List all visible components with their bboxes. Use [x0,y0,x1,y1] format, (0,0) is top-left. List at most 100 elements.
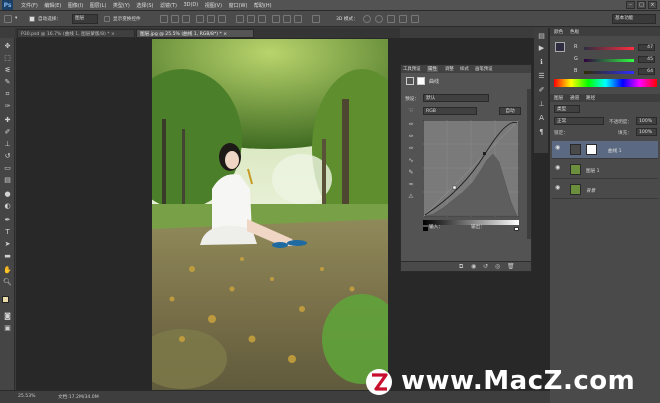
edit-points-icon[interactable]: ∿ [407,157,415,165]
red-value[interactable]: 47 [638,44,655,51]
distribute-right-icon[interactable] [294,15,302,23]
3d-slide-icon[interactable] [399,15,407,23]
auto-select-dropdown[interactable]: 图层 [72,14,98,24]
healing-brush-tool-icon[interactable]: ✚ [3,116,12,125]
tab-close-icon[interactable]: × [111,32,115,37]
info-panel-icon[interactable]: ℹ [537,58,546,67]
crop-tool-icon[interactable]: ⌗ [3,90,12,99]
menu-filter[interactable]: 滤镜(T) [160,2,177,9]
hand-tool-icon[interactable]: ✋ [3,266,12,275]
eye-icon[interactable]: ◉ [555,184,560,191]
auto-align-icon[interactable] [312,15,320,23]
eye-icon[interactable]: ◉ [555,144,560,151]
marquee-tool-icon[interactable]: ⬚ [3,54,12,63]
white-point-eyedropper-icon[interactable]: ✑ [407,145,415,153]
history-brush-tool-icon[interactable]: ↺ [3,152,12,161]
target-adjust-icon[interactable]: ☜ [407,107,415,115]
actions-panel-icon[interactable]: ▶ [537,44,546,53]
blue-slider[interactable] [584,71,634,74]
tab-layers[interactable]: 图层 [554,95,563,101]
menu-3d[interactable]: 3D(D) [183,2,198,9]
align-left-icon[interactable] [196,15,204,23]
panel-scrollbar[interactable] [527,89,531,239]
tab-brush-presets[interactable]: 画笔预设 [475,66,493,72]
tab-close-icon[interactable]: × [223,32,227,37]
menu-window[interactable]: 窗口(W) [229,2,248,9]
zoom-tool-icon[interactable]: 🔍︎ [3,278,12,287]
visibility-icon[interactable]: ◎ [495,263,500,270]
eraser-tool-icon[interactable]: ▭ [3,164,12,173]
foreground-background-colors[interactable] [2,296,13,307]
menu-help[interactable]: 帮助(H) [254,2,272,9]
clip-to-layer-icon[interactable]: ⧉ [459,263,463,271]
3d-scale-icon[interactable] [411,15,419,23]
channel-dropdown[interactable]: RGB [423,107,477,115]
color-fg-swatch[interactable] [555,42,565,52]
move-tool-icon[interactable] [4,15,12,23]
maximize-button[interactable]: □ [637,1,646,9]
tab-channels[interactable]: 通道 [570,95,579,101]
blend-mode-dropdown[interactable]: 正常 [554,117,604,125]
layer-row-background[interactable]: ◉ 背景 [552,181,658,199]
dropdown-arrow-icon[interactable]: ▾ [15,16,17,21]
align-vcenter-icon[interactable] [171,15,179,23]
align-bottom-icon[interactable] [182,15,190,23]
paragraph-panel-icon[interactable]: ¶ [537,128,546,137]
view-previous-icon[interactable]: ◉ [471,263,476,270]
3d-rotate-icon[interactable] [363,15,371,23]
minimize-button[interactable]: – [626,1,635,9]
tab-styles[interactable]: 样式 [460,66,469,72]
zoom-level[interactable]: 25.53% [18,394,36,399]
distribute-top-icon[interactable] [236,15,244,23]
layer-row-layer1[interactable]: ◉ 图层 1 [552,161,658,179]
distribute-hcenter-icon[interactable] [283,15,291,23]
workspace-dropdown[interactable]: 基本功能 [612,14,656,24]
tab-color[interactable]: 颜色 [554,29,563,35]
eyedropper-tool-icon[interactable]: ✑ [3,102,12,111]
blue-value[interactable]: 64 [638,68,655,75]
tab-paths[interactable]: 路径 [586,95,595,101]
tab-properties[interactable]: 属性 [427,66,438,72]
clone-stamp-tool-icon[interactable]: ⊥ [3,140,12,149]
black-point-eyedropper-icon[interactable]: ✑ [407,121,415,129]
history-panel-icon[interactable]: ▤ [537,32,546,41]
menu-image[interactable]: 图像(I) [68,2,83,9]
layer-row-curves[interactable]: ◉ 曲线 1 [552,141,658,159]
distribute-bottom-icon[interactable] [258,15,266,23]
show-transform-checkbox[interactable] [104,16,110,22]
tab-swatches[interactable]: 色板 [570,29,579,35]
layer-filter-dropdown[interactable]: 类型 [554,105,580,113]
gray-point-eyedropper-icon[interactable]: ✑ [407,133,415,141]
brush-tool-icon[interactable]: ✐ [3,128,12,137]
clipping-warning-icon[interactable]: ⚠ [407,193,415,201]
tab-image-jpg[interactable]: 图层.jpg @ 25.5% (曲线 1, RGB/8*) * × [136,29,254,38]
reset-icon[interactable]: ↺ [483,263,488,270]
dodge-tool-icon[interactable]: ◐ [3,202,12,211]
type-tool-icon[interactable]: T [3,228,12,237]
preset-dropdown[interactable]: 默认 [423,94,489,102]
opacity-input[interactable]: 100% [636,117,657,125]
shape-tool-icon[interactable]: ▬ [3,252,12,261]
white-input-slider[interactable] [514,227,519,231]
menu-view[interactable]: 视图(V) [205,2,222,9]
curves-graph[interactable] [423,120,519,217]
black-input-slider[interactable] [423,227,428,231]
blur-tool-icon[interactable]: ● [3,190,12,199]
menu-layer[interactable]: 图层(L) [90,2,107,9]
close-button[interactable]: × [648,1,657,9]
auto-select-checkbox[interactable] [29,16,35,22]
align-right-icon[interactable] [218,15,226,23]
align-hcenter-icon[interactable] [207,15,215,23]
trash-icon[interactable]: 🗑︎ [507,263,515,270]
brush-panel-icon[interactable]: ✐ [537,86,546,95]
fill-input[interactable]: 100% [636,128,657,136]
menu-edit[interactable]: 编辑(E) [44,2,61,9]
green-value[interactable]: 45 [638,56,655,63]
lasso-tool-icon[interactable]: ᓬ [3,66,12,75]
screen-mode-icon[interactable]: ▣ [3,324,12,333]
eye-icon[interactable]: ◉ [555,164,560,171]
red-slider[interactable] [584,47,634,50]
pen-tool-icon[interactable]: ✒ [3,216,12,225]
3d-roll-icon[interactable] [375,15,383,23]
distribute-left-icon[interactable] [272,15,280,23]
